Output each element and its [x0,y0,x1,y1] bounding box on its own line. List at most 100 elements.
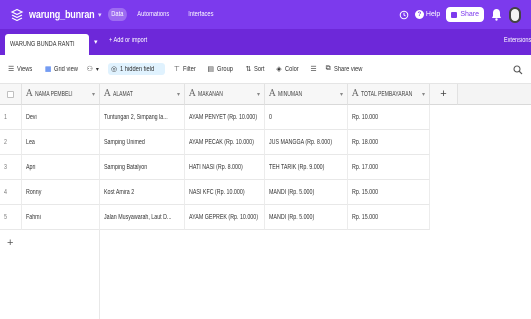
text-field-icon: A [189,89,196,99]
cell-text: 0 [269,113,272,121]
add-column-button[interactable]: + [430,84,458,105]
column-label: TOTAL PEMBAYARAN [360,90,412,98]
cell-text: Samping Unimed [104,138,145,146]
text-field-icon: A [104,89,111,99]
nav-automations[interactable]: Automations [134,8,172,21]
row-number: 1 [0,105,22,130]
column-header-nama-pembeli[interactable]: A NAMA PEMBELI ▾ [22,84,100,105]
share-view-label: Share view [333,65,362,73]
base-name[interactable]: warung_bunran [29,9,95,21]
cell-text: AYAM GEPREK (Rp. 10.000) [189,213,258,221]
help-button[interactable]: ? Help [414,10,441,19]
table-cell[interactable]: Rp. 17.000 [348,155,430,180]
table-cell[interactable]: HATI NASI (Rp. 8.000) [185,155,265,180]
tab-warung-bunda-ranti[interactable]: WARUNG BUNDA RANTI [5,34,89,55]
table-cell[interactable]: Kost Amira 2 [100,180,185,205]
table-cell[interactable]: TEH TARIK (Rp. 9.000) [265,155,348,180]
text-field-icon: A [352,89,359,99]
menu-icon: ☰ [8,66,15,73]
table-cell[interactable]: MANDI (Rp. 5.000) [265,205,348,230]
grid-icon: ▦ [44,66,52,73]
table-cell[interactable]: Ronny [22,180,100,205]
color-button[interactable]: ◈ Color [276,65,301,74]
views-button[interactable]: ☰ Views [8,65,36,74]
app-header: warung_bunran ▾ Data Automations Interfa… [0,0,531,29]
share-button[interactable]: Share [446,7,484,22]
base-logo-icon[interactable] [10,8,24,22]
table-cell[interactable]: Tuntungan 2, Simpang la... [100,105,185,130]
bell-icon[interactable] [490,7,503,22]
row-number-label: 3 [4,163,7,171]
chevron-down-icon[interactable]: ▾ [92,91,95,98]
table-cell[interactable]: Rp. 18.000 [348,130,430,155]
sort-label: Sort [254,65,265,73]
chevron-down-icon: ▾ [95,66,99,73]
grid-view-button[interactable]: ▦ Grid view ⚇ ▾ [44,65,99,74]
cell-text: Ronny [26,188,42,196]
column-header-makanan[interactable]: A MAKANAN ▾ [185,84,265,105]
table-cell[interactable]: JUS MANGGA (Rp. 8.000) [265,130,348,155]
table-cell[interactable]: 0 [265,105,348,130]
share-icon [451,11,458,18]
cell-text: AYAM PECAK (Rp. 10.000) [189,138,254,146]
avatar[interactable] [509,6,521,23]
extensions-button[interactable]: Extensions [504,37,531,44]
filter-label: Filter [182,65,196,73]
search-icon[interactable] [513,62,523,75]
cell-text: Tuntungan 2, Simpang la... [104,113,168,121]
sort-icon: ⇅ [245,66,252,73]
row-number: 2 [0,130,22,155]
group-icon: ▤ [207,66,214,73]
table-cell[interactable]: AYAM PECAK (Rp. 10.000) [185,130,265,155]
table-cell[interactable]: Samping Unimed [100,130,185,155]
color-label: Color [284,65,299,73]
cell-text: Rp. 15.000 [352,188,379,196]
chevron-down-icon[interactable]: ▾ [98,11,102,19]
table-cell[interactable]: Samping Batalyon [100,155,185,180]
column-label: NAMA PEMBELI [34,90,73,98]
table-cell[interactable]: AYAM GEPREK (Rp. 10.000) [185,205,265,230]
table-cell[interactable]: AYAM PENYET (Rp. 10.000) [185,105,265,130]
select-all-cell[interactable] [0,84,22,105]
group-button[interactable]: ▤ Group [207,65,236,74]
add-row-button[interactable]: + [0,230,100,255]
hidden-field-button[interactable]: ◎ 1 hidden field [107,63,165,75]
table-cell[interactable]: Rp. 10.000 [348,105,430,130]
chevron-down-icon[interactable]: ▾ [257,91,260,98]
chevron-down-icon[interactable]: ▾ [340,91,343,98]
row-height-button[interactable]: ☰ [310,65,316,73]
table-cell[interactable]: Fahmi [22,205,100,230]
chevron-down-icon[interactable]: ▾ [422,91,425,98]
table-cell[interactable]: MANDI (Rp. 5.000) [265,180,348,205]
column-header-alamat[interactable]: A ALAMAT ▾ [100,84,185,105]
nav-interfaces[interactable]: Interfaces [185,8,217,21]
filter-button[interactable]: ⊤ Filter [174,65,199,74]
cell-text: Rp. 15.000 [352,213,379,221]
views-label: Views [17,65,33,73]
column-header-minuman[interactable]: A MINUMAN ▾ [265,84,348,105]
text-field-icon: A [26,89,33,99]
cell-text: TEH TARIK (Rp. 9.000) [269,163,325,171]
table-cell[interactable]: NASI KFC (Rp. 10.000) [185,180,265,205]
column-header-total-pembayaran[interactable]: A TOTAL PEMBAYARAN ▾ [348,84,430,105]
table-cell[interactable]: Apri [22,155,100,180]
nav-data[interactable]: Data [107,8,127,21]
select-all-checkbox[interactable] [7,90,14,98]
history-icon[interactable] [399,10,409,20]
add-or-import-button[interactable]: + Add or import [109,37,147,44]
cell-text: Rp. 17.000 [352,163,379,171]
chevron-down-icon[interactable]: ▾ [94,38,98,46]
table-tabs-bar: WARUNG BUNDA RANTI ▾ + Add or import Ext… [0,29,531,55]
table-cell[interactable]: Rp. 15.000 [348,205,430,230]
chevron-down-icon[interactable]: ▾ [177,91,180,98]
table-cell[interactable]: Devi [22,105,100,130]
table-cell[interactable]: Lea [22,130,100,155]
share-view-button[interactable]: ⧉ Share view [326,65,369,73]
table-cell[interactable]: Rp. 15.000 [348,180,430,205]
row-number: 3 [0,155,22,180]
sort-button[interactable]: ⇅ Sort [245,65,267,74]
column-label: ALAMAT [112,90,133,98]
table-cell[interactable]: Jalan Musyawarah, Laut D... [100,205,185,230]
help-label: Help [425,11,441,18]
cell-text: JUS MANGGA (Rp. 8.000) [269,138,332,146]
